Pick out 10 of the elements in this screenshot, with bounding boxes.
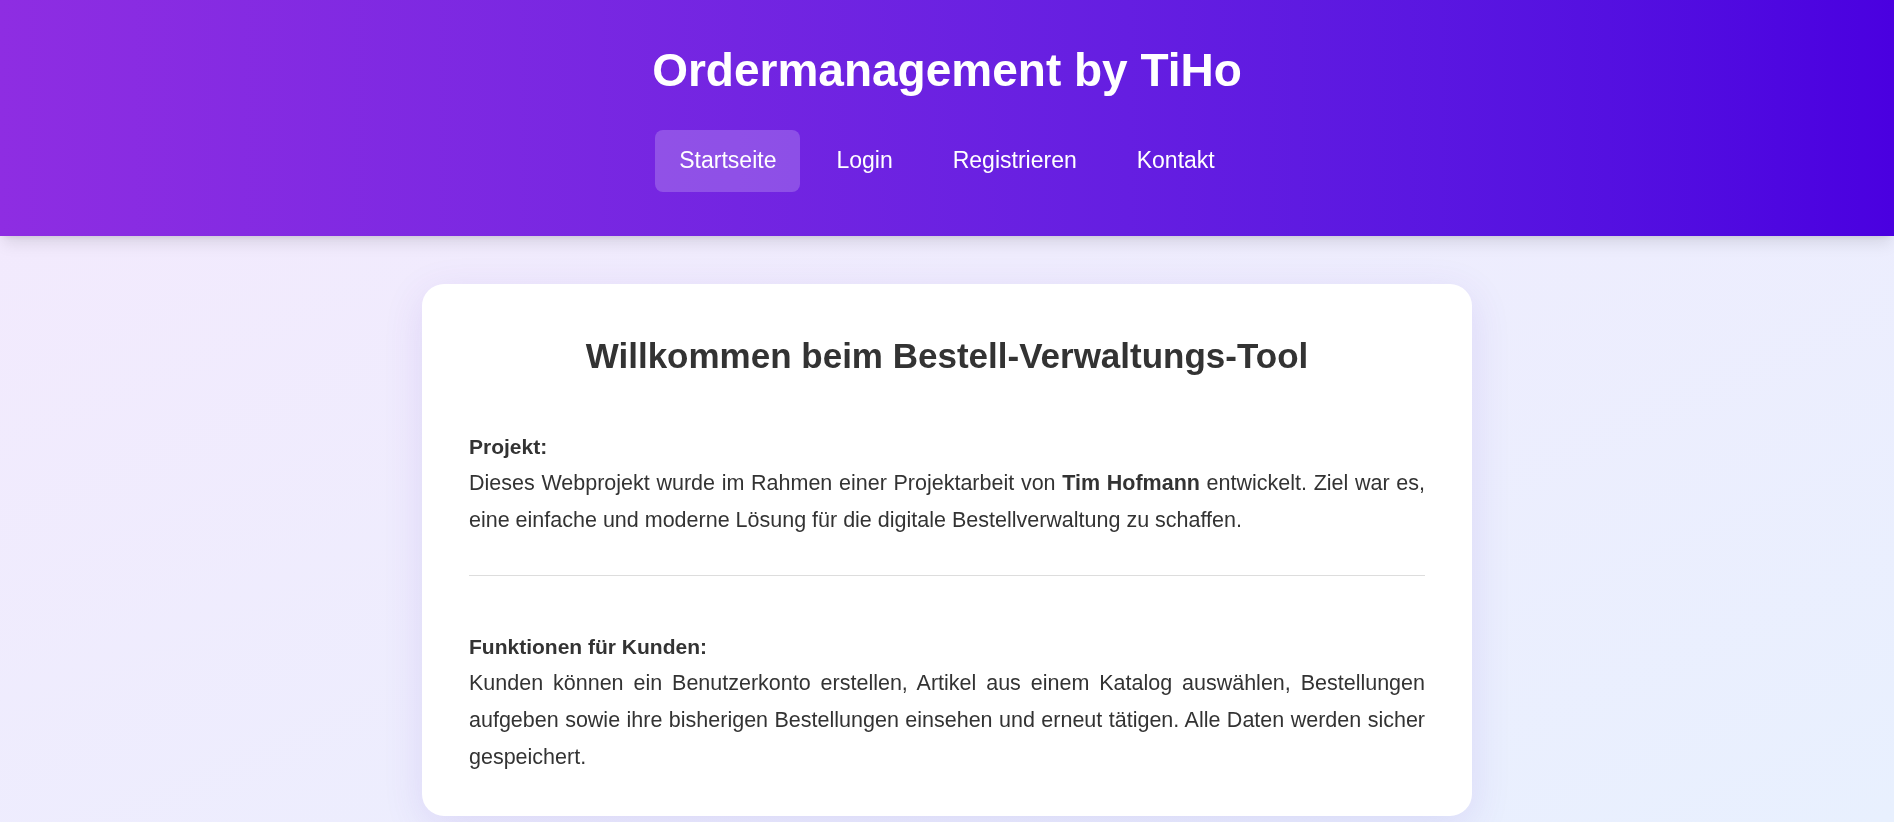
nav-link[interactable]: Kontakt [1112, 129, 1239, 192]
section-title: Funktionen für Kunden: [469, 633, 708, 660]
section-text: Dieses Webprojekt wurde im Rahmen einer Projektarbeit von Tim Hofmann entwickelt. Ziel war es, eine einfache und moderne Lösung für die digitale Bestellverwaltung zu schaffen. [469, 469, 1425, 534]
nav-link[interactable]: Startseite [655, 129, 801, 192]
nav-link[interactable]: Login [812, 129, 917, 192]
section-text: Kunden können ein Benutzerkonto erstellen, Artikel aus einem Katalog auswählen, Bestellungen aufgeben sowie ihre bisherigen Bestellungen einsehen und erneut tätigen. Alle Daten werden sicher gespeichert. [469, 669, 1425, 771]
card-heading: Willkommen beim Bestell-Verwaltungs-Tool [584, 335, 1310, 377]
section-title: Projekt: [469, 433, 549, 460]
site-title: Ordermanagement by TiHo [652, 43, 1242, 98]
nav-link[interactable]: Registrieren [928, 129, 1101, 192]
